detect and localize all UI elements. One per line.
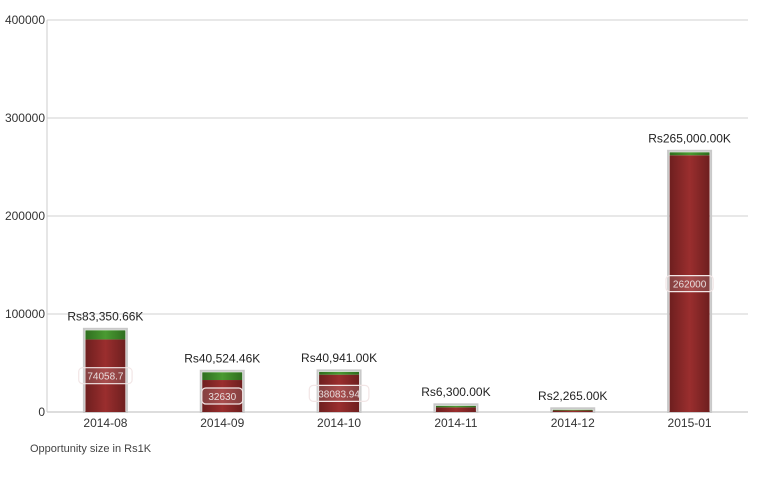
bar-chart: 0 100000 200000 300000 400000 2014-08 Rs83,35… xyxy=(5,13,748,430)
y-tick-label: 0 xyxy=(38,405,45,419)
bar-segment-2014-11-primary xyxy=(435,407,476,412)
y-tick-label: 300000 xyxy=(5,111,45,125)
bar-segment-2014-12-secondary xyxy=(552,409,593,411)
total-value-label: Rs2,265.00K xyxy=(538,389,607,403)
x-tick-label: 2014-12 xyxy=(551,416,595,430)
bar-segment-2014-08-secondary xyxy=(85,330,126,340)
chart-footnote: Opportunity size in Rs1K xyxy=(30,443,152,455)
x-tick-label: 2014-10 xyxy=(317,416,361,430)
y-tick-label: 100000 xyxy=(5,307,45,321)
x-tick-label: 2014-09 xyxy=(200,416,244,430)
total-value-label: Rs6,300.00K xyxy=(421,385,490,399)
bar-segment-2014-10-secondary xyxy=(319,371,360,375)
total-value-label: Rs40,941.00K xyxy=(301,351,377,365)
total-value-label: Rs265,000.00K xyxy=(648,131,731,145)
inner-value-label: 74058.7 xyxy=(87,372,124,383)
chart-area: 0 100000 200000 300000 400000 2014-08 Rs83,35… xyxy=(0,0,768,480)
inner-value-label: 262000 xyxy=(673,280,707,291)
total-value-label: Rs40,524.46K xyxy=(184,351,260,365)
total-value-label: Rs83,350.66K xyxy=(67,309,143,323)
bar-segment-2014-12-primary xyxy=(552,410,593,412)
x-tick-label: 2015-01 xyxy=(668,416,712,430)
bar-segment-2014-11-secondary xyxy=(435,405,476,408)
bar-segment-2014-09-secondary xyxy=(202,372,243,381)
bar-segment-2015-01-secondary xyxy=(669,152,710,156)
y-tick-label: 400000 xyxy=(5,13,45,27)
x-tick-label: 2014-11 xyxy=(434,416,477,430)
x-tick-label: 2014-08 xyxy=(83,416,127,430)
inner-value-label: 32630 xyxy=(208,392,236,403)
y-tick-label: 200000 xyxy=(5,209,45,223)
inner-value-label: 38083.94 xyxy=(318,389,360,400)
